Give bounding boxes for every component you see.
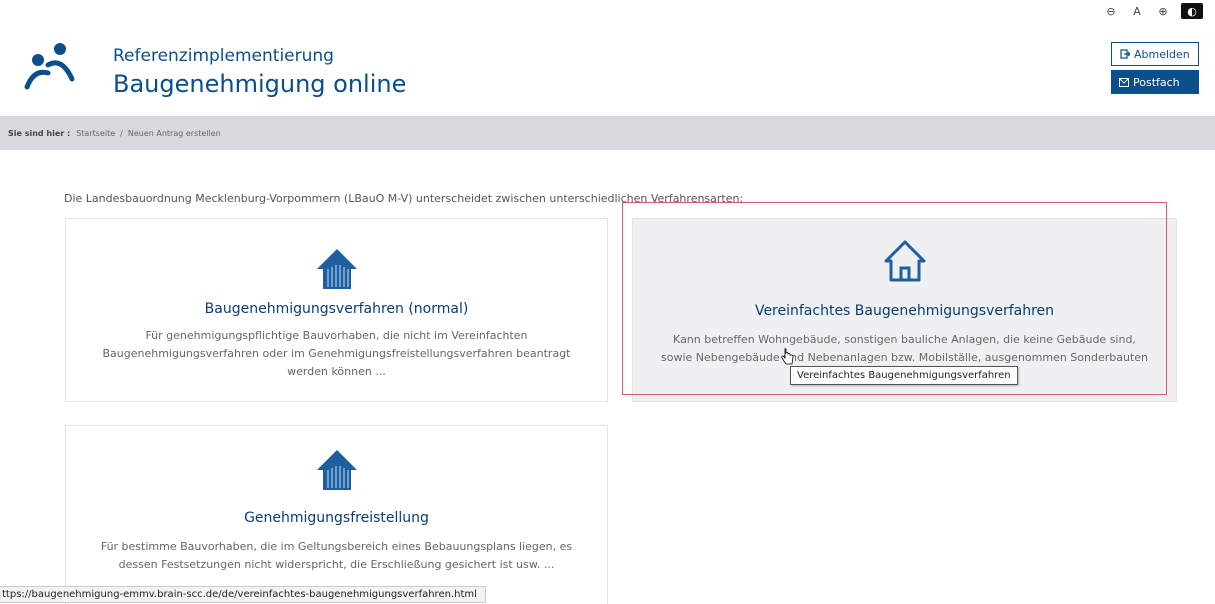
hand-cursor-icon	[781, 348, 794, 365]
card-description: Für bestimme Bauvorhaben, die im Geltung…	[100, 540, 573, 571]
card-normal-procedure[interactable]: Baugenehmigungsverfahren (normal) Für ge…	[65, 218, 608, 402]
house-outline-icon	[884, 240, 925, 282]
breadcrumb: Sie sind hier : Startseite / Neuen Antra…	[0, 116, 1215, 150]
logout-button[interactable]: Abmelden	[1111, 42, 1199, 66]
intro-text: Die Landesbauordnung Mecklenburg-Vorpomm…	[64, 192, 744, 205]
logout-label: Abmelden	[1134, 47, 1190, 61]
dark-mode-button[interactable]: ◐	[1181, 3, 1203, 19]
site-subtitle: Referenzimplementierung	[113, 46, 334, 66]
house-filled-icon	[316, 249, 357, 289]
card-permit-exemption[interactable]: Genehmigungsfreistellung Für bestimme Ba…	[65, 425, 608, 604]
card-title: Baugenehmigungsverfahren (normal)	[204, 301, 469, 317]
font-size-large-button[interactable]: ⊕	[1155, 3, 1171, 19]
mailbox-label: Postfach	[1133, 75, 1180, 89]
site-title[interactable]: Baugenehmigung online	[113, 69, 406, 99]
contrast-toggle-button[interactable]: ⊖	[1103, 3, 1119, 19]
card-description: Für genehmigungspflichtige Bauvorhaben, …	[102, 329, 571, 378]
accessibility-toolbar: ⊖ A ⊕ ◐	[1103, 3, 1203, 19]
house-filled-icon	[316, 450, 357, 490]
status-url-bar: ttps://baugenehmigung-emmv.brain-scc.de/…	[0, 586, 486, 603]
mail-icon	[1119, 77, 1129, 87]
card-title: Genehmigungsfreistellung	[244, 510, 429, 526]
breadcrumb-prefix: Sie sind hier :	[8, 128, 71, 138]
breadcrumb-item-current: Neuen Antrag erstellen	[127, 128, 221, 138]
people-logo-icon[interactable]	[24, 43, 76, 91]
breadcrumb-item-home[interactable]: Startseite	[76, 129, 115, 138]
font-size-small-button[interactable]: A	[1129, 3, 1145, 19]
site-title-block: Referenzimplementierung Baugenehmigung o…	[113, 45, 406, 99]
mailbox-button[interactable]: Postfach	[1111, 70, 1199, 94]
tooltip: Vereinfachtes Baugenehmigungsverfahren	[790, 366, 1018, 385]
logout-icon	[1120, 49, 1130, 59]
breadcrumb-separator: /	[120, 128, 123, 138]
card-title: Vereinfachtes Baugenehmigungsverfahren	[754, 303, 1055, 319]
